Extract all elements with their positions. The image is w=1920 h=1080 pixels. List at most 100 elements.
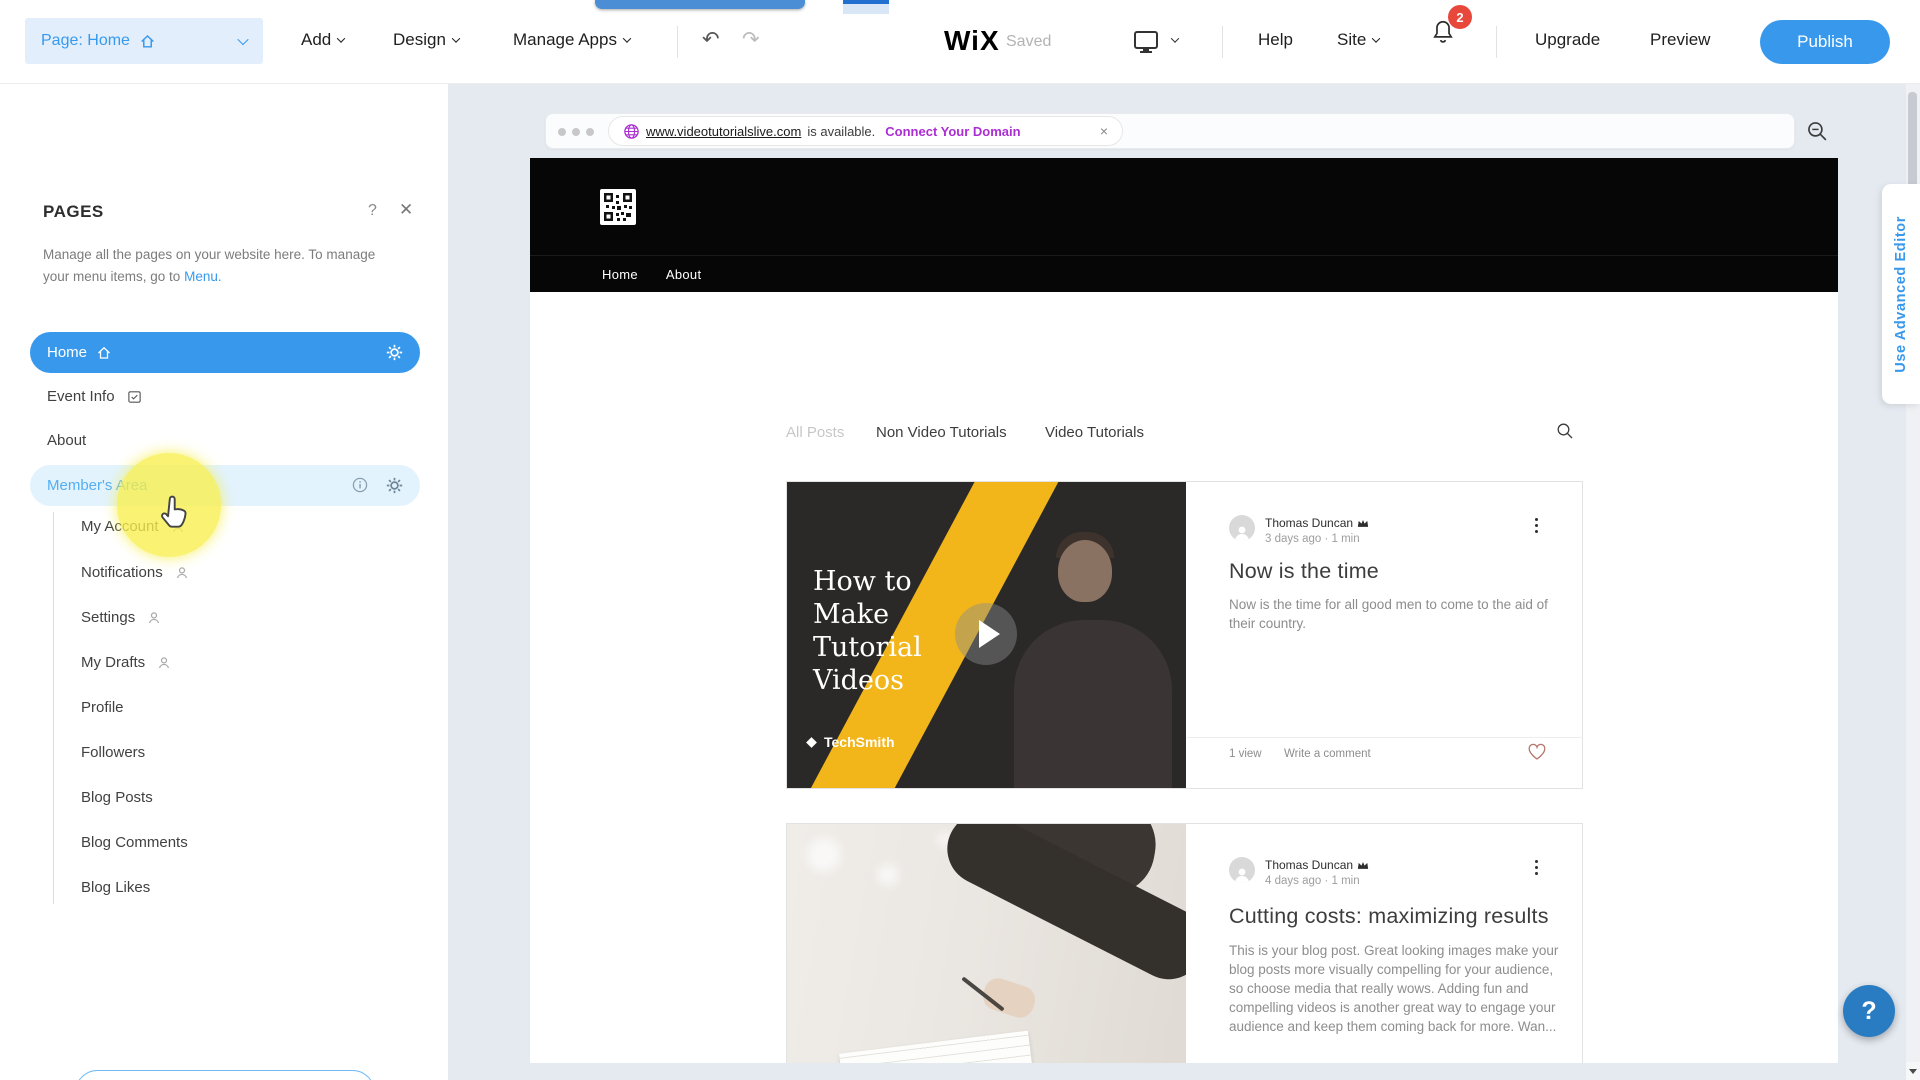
author-avatar[interactable] bbox=[1229, 515, 1255, 541]
chevron-down-icon bbox=[1372, 34, 1380, 42]
help-floating-button[interactable]: ? bbox=[1843, 985, 1895, 1037]
notification-badge[interactable]: 2 bbox=[1448, 5, 1472, 29]
menu-manage-apps[interactable]: Manage Apps bbox=[513, 30, 630, 50]
write-comment-link[interactable]: Write a comment bbox=[1284, 748, 1371, 760]
chevron-down-icon[interactable] bbox=[1171, 34, 1179, 42]
window-dot bbox=[572, 128, 580, 136]
connect-domain-link[interactable]: Connect Your Domain bbox=[885, 124, 1020, 139]
page-row-settings[interactable]: Settings bbox=[81, 609, 161, 626]
tab-video-tutorials[interactable]: Video Tutorials bbox=[1045, 424, 1144, 441]
admin-crown-icon bbox=[1357, 860, 1369, 870]
post-views: 1 view bbox=[1229, 748, 1262, 760]
close-icon[interactable]: × bbox=[1100, 123, 1108, 139]
canvas-browser-bar: www.videotutorialslive.com is available.… bbox=[545, 113, 1795, 149]
menu-link[interactable]: Menu. bbox=[184, 269, 222, 284]
page-row-about[interactable]: About bbox=[47, 432, 86, 449]
post-video-thumbnail[interactable]: How to Make Tutorial Videos TechSmith bbox=[787, 482, 1186, 788]
divider bbox=[677, 26, 678, 58]
site-nav-home[interactable]: Home bbox=[602, 267, 638, 282]
chevron-down-icon bbox=[237, 34, 248, 45]
video-title-text: How to Make Tutorial Videos bbox=[813, 566, 945, 698]
undo-icon[interactable]: ↶ bbox=[702, 27, 720, 51]
window-dot bbox=[586, 128, 594, 136]
techsmith-mark-icon bbox=[805, 736, 818, 749]
tab-non-video-tutorials[interactable]: Non Video Tutorials bbox=[876, 424, 1007, 441]
event-icon bbox=[127, 389, 142, 404]
author-avatar[interactable] bbox=[1229, 857, 1255, 883]
play-button[interactable] bbox=[955, 603, 1017, 665]
post-meta: 4 days ago · 1 min bbox=[1265, 875, 1360, 887]
panel-close-button[interactable]: ✕ bbox=[399, 200, 413, 220]
site-menu[interactable]: Site bbox=[1337, 30, 1379, 50]
chevron-down-icon[interactable] bbox=[1745, 363, 1753, 371]
tab-all-posts[interactable]: All Posts bbox=[786, 424, 844, 441]
device-preview-icon[interactable] bbox=[1132, 29, 1160, 55]
page-settings-gear-icon[interactable] bbox=[386, 344, 403, 361]
publish-button[interactable]: Publish bbox=[1760, 20, 1890, 64]
page-selector-label: Page: Home bbox=[41, 32, 130, 50]
post-title[interactable]: Now is the time bbox=[1229, 559, 1379, 584]
site-preview: Home About All Posts Non Video Tut bbox=[530, 158, 1838, 1063]
post-more-menu-icon[interactable] bbox=[1535, 518, 1538, 521]
post-more-menu-icon[interactable] bbox=[1535, 860, 1538, 863]
page-row-members-area[interactable]: Member's Area bbox=[30, 465, 420, 506]
page-row-blog-posts[interactable]: Blog Posts bbox=[81, 789, 153, 806]
zoom-out-icon[interactable] bbox=[1806, 120, 1829, 143]
domain-url[interactable]: www.videotutorialslive.com bbox=[646, 124, 801, 139]
wix-editor: Page: Home Add Design Manage Apps ↶ ↷ Wi… bbox=[0, 0, 1920, 1080]
blog-post-card[interactable]: How to Make Tutorial Videos TechSmith bbox=[786, 481, 1583, 789]
page-row-event-info[interactable]: Event Info bbox=[47, 388, 142, 405]
page-row-notifications[interactable]: Notifications bbox=[81, 564, 189, 581]
help-menu[interactable]: Help bbox=[1258, 30, 1293, 50]
home-icon bbox=[139, 33, 156, 50]
preview-button[interactable]: Preview bbox=[1650, 30, 1710, 50]
menu-design[interactable]: Design bbox=[393, 30, 459, 50]
site-bell-icon[interactable] bbox=[1682, 362, 1699, 380]
post-meta: 3 days ago · 1 min bbox=[1265, 533, 1360, 545]
blog-post-card[interactable]: Thomas Duncan 4 days ago · 1 min Cutting… bbox=[786, 823, 1583, 1063]
page-row-followers[interactable]: Followers bbox=[81, 744, 145, 761]
top-bar: Page: Home Add Design Manage Apps ↶ ↷ Wi… bbox=[0, 0, 1920, 84]
info-icon[interactable] bbox=[352, 477, 368, 493]
subpages-tree-line bbox=[53, 512, 54, 904]
page-settings-gear-icon[interactable] bbox=[386, 477, 403, 494]
use-advanced-editor-tab[interactable]: Use Advanced Editor bbox=[1882, 184, 1920, 404]
menu-add[interactable]: Add bbox=[301, 30, 344, 50]
panel-help-button[interactable]: ? bbox=[368, 202, 377, 220]
page-row-home[interactable]: Home bbox=[30, 332, 420, 373]
pages-panel: PAGES ? ✕ Manage all the pages on your w… bbox=[0, 84, 448, 1080]
page-row-profile[interactable]: Profile bbox=[81, 699, 124, 716]
post-image[interactable] bbox=[787, 824, 1186, 1063]
blog-search-icon[interactable] bbox=[1556, 422, 1574, 440]
save-status: Saved bbox=[1006, 33, 1051, 51]
availability-text: is available. bbox=[807, 124, 875, 139]
window-dot bbox=[558, 128, 566, 136]
post-author[interactable]: Thomas Duncan bbox=[1265, 516, 1369, 530]
admin-crown-icon bbox=[1357, 518, 1369, 528]
chevron-down-icon bbox=[452, 34, 460, 42]
page-row-blog-likes[interactable]: Blog Likes bbox=[81, 879, 150, 896]
page-selector-dropdown[interactable]: Page: Home bbox=[25, 18, 263, 64]
chevron-down-icon bbox=[623, 34, 631, 42]
redo-icon[interactable]: ↷ bbox=[742, 27, 760, 51]
post-author[interactable]: Thomas Duncan bbox=[1265, 858, 1369, 872]
member-icon bbox=[147, 611, 161, 625]
scrollbar-down-arrow[interactable] bbox=[1906, 1062, 1920, 1080]
site-nav-bar: Home About bbox=[530, 255, 1838, 292]
add-page-button[interactable]: + Add Page bbox=[75, 1070, 375, 1080]
url-bar: www.videotutorialslive.com is available.… bbox=[608, 116, 1123, 146]
editor-canvas: www.videotutorialslive.com is available.… bbox=[448, 84, 1920, 1080]
site-logo-qr[interactable] bbox=[600, 189, 636, 225]
page-row-my-drafts[interactable]: My Drafts bbox=[81, 654, 171, 671]
hand-cursor-icon bbox=[153, 491, 195, 533]
presenter-silhouette bbox=[1014, 620, 1172, 788]
upgrade-button[interactable]: Upgrade bbox=[1535, 30, 1600, 50]
like-heart-icon[interactable] bbox=[1527, 742, 1547, 761]
divider bbox=[1222, 26, 1223, 58]
page-row-blog-comments[interactable]: Blog Comments bbox=[81, 834, 188, 851]
divider bbox=[1496, 26, 1497, 58]
site-nav-about[interactable]: About bbox=[666, 267, 701, 282]
post-divider bbox=[1187, 737, 1583, 738]
post-title[interactable]: Cutting costs: maximizing results bbox=[1229, 904, 1549, 929]
site-avatar-icon[interactable] bbox=[1713, 360, 1734, 381]
